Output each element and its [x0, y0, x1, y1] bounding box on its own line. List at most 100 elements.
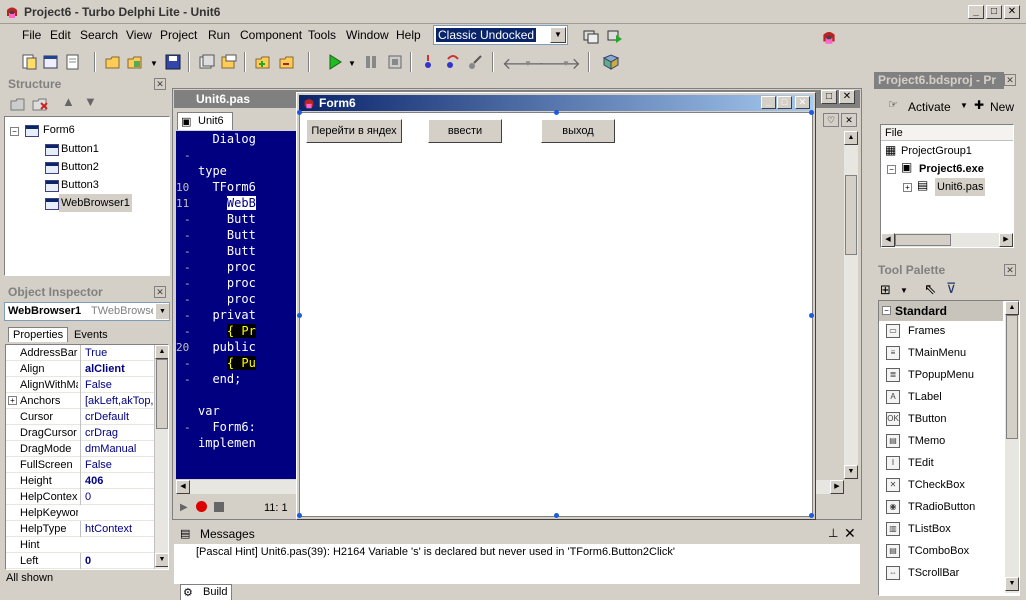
palette-item[interactable]: ▤ TComboBox	[880, 540, 1000, 562]
scroll-thumb[interactable]	[156, 359, 168, 429]
stop-macro-icon[interactable]	[214, 502, 224, 512]
selection-handle[interactable]	[297, 110, 302, 115]
palette-item[interactable]: ▤ TMemo	[880, 430, 1000, 452]
chevron-down-icon[interactable]: ▼	[156, 304, 169, 319]
property-value[interactable]: False	[80, 457, 158, 473]
step-over-icon[interactable]	[444, 53, 462, 71]
new-form-icon[interactable]	[42, 53, 60, 71]
tree-collapse-toggle[interactable]: −	[887, 165, 896, 174]
menu-tools[interactable]: Tools	[308, 28, 336, 42]
menu-run[interactable]: Run	[208, 28, 230, 42]
run-to-cursor-icon[interactable]	[466, 53, 484, 71]
scroll-left-button[interactable]: ◀	[881, 233, 895, 247]
open-file-icon[interactable]	[220, 53, 238, 71]
project-hscrollbar[interactable]: ◀ ▶	[881, 233, 1013, 247]
selection-handle[interactable]	[297, 513, 302, 518]
property-row[interactable]: Hint	[6, 537, 168, 553]
project-exe-node[interactable]: Project6.exe	[919, 160, 984, 178]
menu-view[interactable]: View	[126, 28, 152, 42]
editor-tab-unit6[interactable]: ▣ Unit6	[177, 112, 233, 130]
component-selector[interactable]: WebBrowser1 TWebBrowser ▼	[4, 302, 170, 321]
tree-expand-toggle[interactable]: +	[903, 183, 912, 192]
minimize-button[interactable]: _	[968, 5, 984, 19]
tab-events[interactable]: Events	[70, 328, 112, 342]
code-line[interactable]: end;	[198, 371, 241, 387]
pin-icon[interactable]: ⊥	[828, 526, 838, 540]
code-line[interactable]: Butt	[198, 211, 256, 227]
tree-node-button3[interactable]: Button3	[61, 176, 99, 194]
chevron-down-icon[interactable]: ▼	[900, 286, 908, 295]
save-desktop-icon[interactable]	[582, 27, 600, 45]
palette-item[interactable]: ▥ TListBox	[880, 518, 1000, 540]
add-to-project-icon[interactable]	[254, 53, 272, 71]
palette-item[interactable]: I TEdit	[880, 452, 1000, 474]
selection-handle[interactable]	[809, 513, 814, 518]
scroll-right-button[interactable]: ▶	[999, 233, 1013, 247]
palette-item[interactable]: ≣ TPopupMenu	[880, 364, 1000, 386]
scroll-up-button[interactable]: ▲	[844, 131, 858, 145]
menu-help[interactable]: Help	[396, 28, 421, 42]
property-row[interactable]: HelpKeywor	[6, 505, 168, 521]
palette-item[interactable]: OK TButton	[880, 408, 1000, 430]
scroll-down-button[interactable]: ▼	[844, 465, 858, 479]
close-icon[interactable]: ✕	[154, 286, 166, 298]
help-contents-icon[interactable]	[602, 53, 620, 71]
selection-handle[interactable]	[554, 110, 559, 115]
delete-icon[interactable]	[32, 96, 50, 112]
editor-vscrollbar[interactable]: ▲ ▼	[844, 131, 858, 479]
code-line[interactable]: { Pr	[198, 323, 256, 339]
yandex-button[interactable]: Перейти в яндех	[306, 119, 402, 143]
scroll-up-button[interactable]: ▲	[155, 345, 168, 359]
property-row[interactable]: DragCursor crDrag	[6, 425, 168, 441]
chevron-down-icon[interactable]: ▼	[562, 59, 570, 68]
code-line[interactable]: Butt	[198, 243, 256, 259]
open-icon[interactable]	[104, 53, 122, 71]
close-icon[interactable]: ✕	[1004, 264, 1016, 276]
save-icon[interactable]	[164, 53, 182, 71]
tree-node-button1[interactable]: Button1	[61, 140, 99, 158]
scroll-left-button[interactable]: ◀	[176, 480, 190, 494]
property-value[interactable]: crDefault	[80, 409, 158, 425]
property-value[interactable]: 406	[80, 473, 158, 489]
property-row[interactable]: Left 0	[6, 553, 168, 569]
close-button[interactable]: ✕	[795, 96, 810, 109]
property-value[interactable]: False	[80, 377, 158, 393]
new-items-icon[interactable]	[20, 53, 38, 71]
palette-category-standard[interactable]: − Standard	[879, 301, 1003, 321]
filter-icon[interactable]: ⊽	[946, 280, 956, 297]
scroll-right-button[interactable]: ▶	[830, 480, 844, 494]
selection-handle[interactable]	[554, 513, 559, 518]
tree-node-form6[interactable]: Form6	[43, 121, 75, 139]
editor-collapse-icon[interactable]: ♡	[823, 113, 839, 127]
selection-handle[interactable]	[297, 313, 302, 318]
webbrowser-area[interactable]: Перейти в яндех ввести выход	[297, 110, 814, 518]
property-row[interactable]: HelpContex 0	[6, 489, 168, 505]
chevron-down-icon[interactable]: ▼	[960, 101, 968, 110]
property-value[interactable]: dmManual	[80, 441, 158, 457]
tree-node-webbrowser1[interactable]: WebBrowser1	[59, 194, 132, 212]
property-value[interactable]: htContext	[80, 521, 158, 537]
close-button[interactable]: ✕	[839, 90, 855, 104]
code-line[interactable]: type	[198, 163, 227, 179]
close-icon[interactable]: ✕	[841, 113, 857, 127]
property-value[interactable]: 0	[80, 489, 158, 505]
close-icon[interactable]: ✕	[154, 78, 166, 90]
code-line[interactable]: proc	[198, 291, 256, 307]
maximize-button[interactable]: □	[821, 90, 837, 104]
palette-item[interactable]: ≡ TMainMenu	[880, 342, 1000, 364]
pointer-icon[interactable]: ⇖	[924, 280, 937, 298]
unit-file-node[interactable]: Unit6.pas	[935, 178, 986, 196]
menu-window[interactable]: Window	[346, 28, 389, 42]
property-row[interactable]: Cursor crDefault	[6, 409, 168, 425]
categories-icon[interactable]: ⊞	[880, 282, 891, 298]
property-row[interactable]: AddressBar True	[6, 345, 168, 361]
pause-icon[interactable]	[362, 53, 380, 71]
property-row[interactable]: + Anchors [akLeft,akTop,a	[6, 393, 168, 409]
code-line[interactable]: TForm6	[198, 179, 255, 195]
code-line[interactable]: Butt	[198, 227, 256, 243]
chevron-down-icon[interactable]: ▼	[524, 59, 532, 68]
property-row[interactable]: FullScreen False	[6, 457, 168, 473]
tree-expand-toggle[interactable]: +	[8, 396, 17, 405]
set-debug-desktop-icon[interactable]	[606, 27, 624, 45]
palette-item[interactable]: ▭ Frames	[880, 320, 1000, 342]
